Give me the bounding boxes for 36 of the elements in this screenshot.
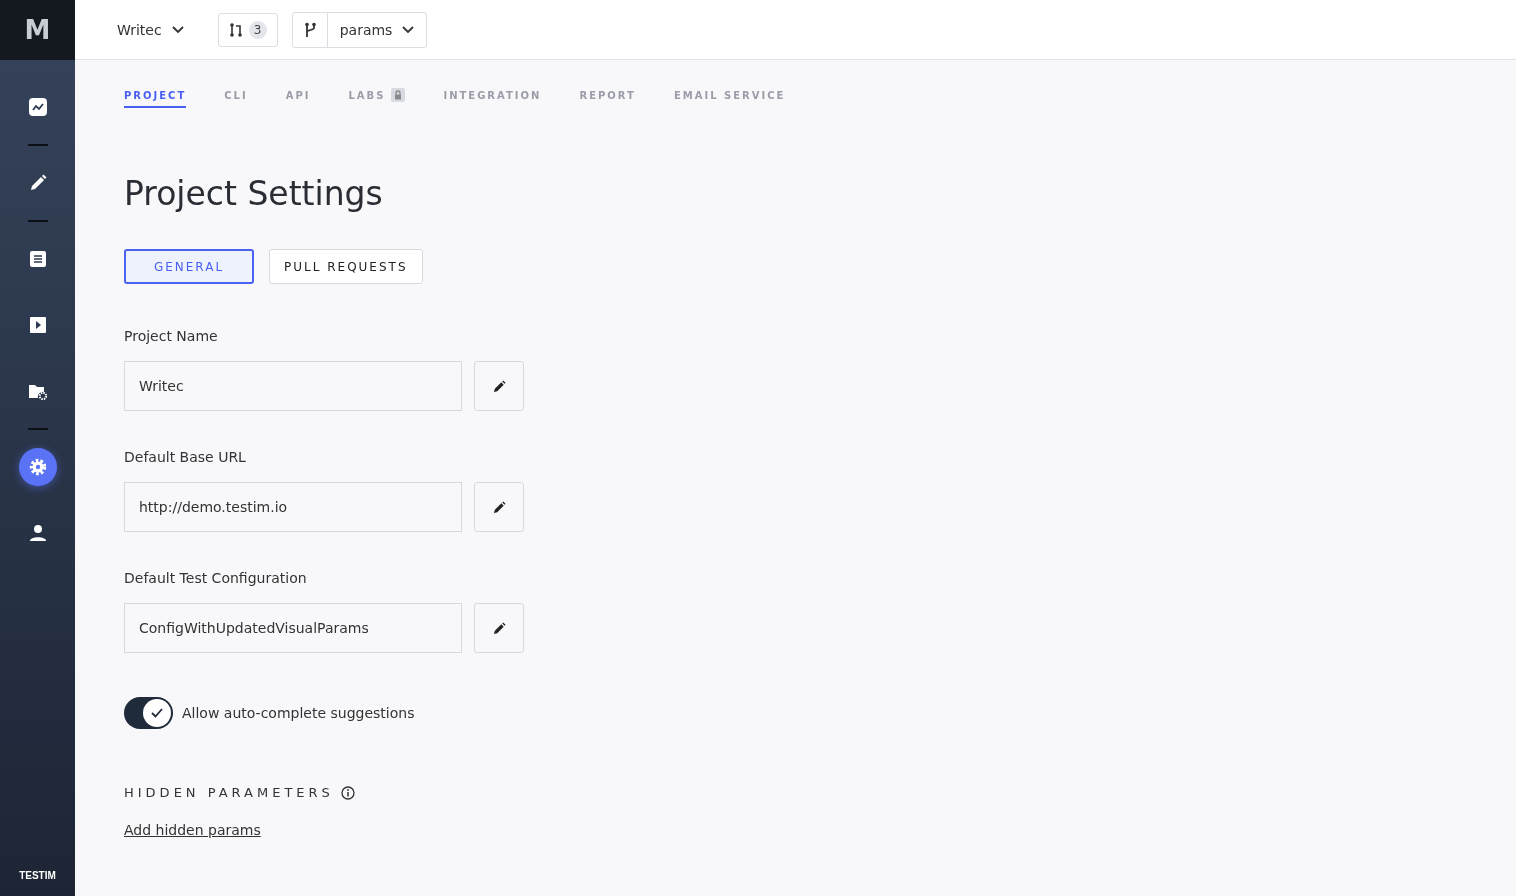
- section-title: HIDDEN PARAMETERS: [124, 785, 334, 800]
- chevron-down-icon: [171, 25, 184, 34]
- logo[interactable]: M: [0, 0, 75, 60]
- tab[interactable]: PROJECT: [124, 88, 187, 108]
- brand-name: TESTIM: [19, 870, 56, 881]
- input-field[interactable]: http://demo.testim.io: [124, 482, 462, 532]
- sidebar-item[interactable]: [18, 448, 57, 486]
- pull-request-icon: [228, 21, 243, 38]
- toggle-switch[interactable]: [124, 697, 173, 729]
- settings-icon: [27, 457, 48, 477]
- pencil-icon: [28, 174, 47, 192]
- chevron-down-icon: [402, 25, 415, 34]
- check-icon: [150, 707, 164, 719]
- pencil-icon: [492, 621, 506, 635]
- section-tab[interactable]: GENERAL: [124, 249, 254, 284]
- pull-requests-button[interactable]: 3: [217, 12, 278, 47]
- pencil-icon: [492, 500, 506, 514]
- add-hidden-params-link[interactable]: Add hidden params: [124, 822, 261, 838]
- field-label: Project Name: [124, 328, 218, 344]
- branch-icon: [303, 21, 316, 38]
- input-field[interactable]: ConfigWithUpdatedVisualParams: [124, 603, 462, 653]
- input-field[interactable]: Writec: [124, 361, 462, 411]
- pencil-icon: [492, 379, 506, 393]
- play-icon: [28, 316, 47, 334]
- user-icon: [28, 524, 47, 542]
- folder-gear-icon: [27, 382, 48, 400]
- toggle-label: Allow auto-complete suggestions: [182, 705, 415, 721]
- info-icon: [340, 785, 355, 800]
- project-dropdown[interactable]: Writec: [111, 20, 190, 39]
- field-label: Default Test Configuration: [124, 570, 307, 586]
- count-badge: 3: [248, 20, 267, 39]
- section-tab[interactable]: PULL REQUESTS: [269, 249, 423, 284]
- page-title: Project Settings: [124, 174, 383, 213]
- field-label: Default Base URL: [124, 449, 246, 465]
- document-icon: [28, 250, 47, 268]
- chart-icon: [28, 98, 47, 116]
